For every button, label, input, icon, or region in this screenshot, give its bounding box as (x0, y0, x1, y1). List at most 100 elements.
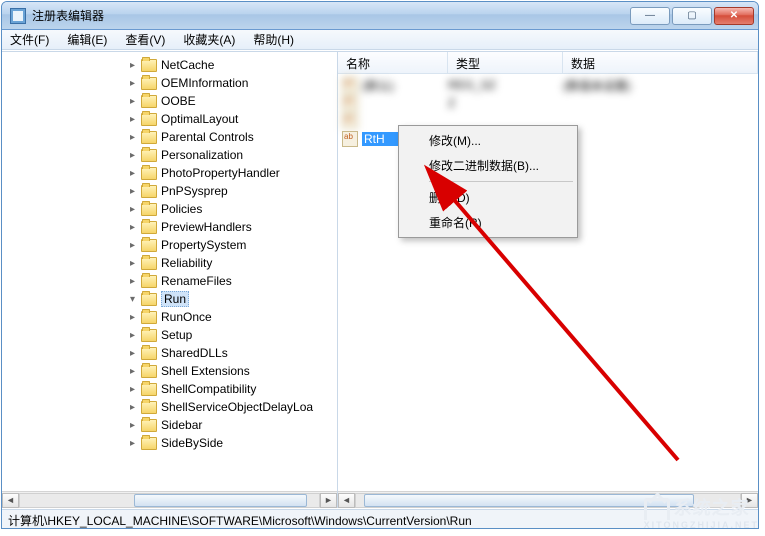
tree-item-shareddlls[interactable]: ▸SharedDLLs (2, 344, 337, 362)
col-name[interactable]: 名称 (338, 52, 448, 73)
tree-item-oobe[interactable]: ▸OOBE (2, 92, 337, 110)
titlebar[interactable]: 注册表编辑器 — ▢ ✕ (2, 2, 758, 30)
tree-item-reliability[interactable]: ▸ Reliability (2, 254, 337, 272)
list-hscroll[interactable]: ◄ ► (338, 491, 758, 508)
tree-item-parental-controls[interactable]: ▸ Parental Controls (2, 128, 337, 146)
tree-item-oeminformation[interactable]: ▸OEMInformation (2, 74, 337, 92)
tree-label: Setup (161, 328, 192, 342)
chevron-right-icon[interactable]: ▸ (127, 150, 138, 161)
value-row[interactable]: (默认)REG_SZ(数值未设置) (338, 76, 758, 94)
chevron-right-icon[interactable]: ▸ (127, 204, 138, 215)
folder-icon (141, 275, 157, 288)
tree-label: Reliability (161, 256, 212, 270)
menu-file[interactable]: 文件(F) (6, 29, 53, 50)
tree-label: RunOnce (161, 310, 212, 324)
tree-label: Run (161, 291, 189, 307)
tree-item-runonce[interactable]: ▸ RunOnce (2, 308, 337, 326)
tree-item-propertysystem[interactable]: ▸PropertySystem (2, 236, 337, 254)
context-menu: 修改(M)... 修改二进制数据(B)... 删除(D) 重命名(R) (398, 125, 578, 238)
col-data[interactable]: 数据 (563, 52, 758, 73)
chevron-right-icon[interactable]: ▸ (127, 312, 138, 323)
chevron-right-icon[interactable]: ▸ (127, 222, 138, 233)
scroll-right-icon[interactable]: ► (320, 493, 337, 508)
chevron-right-icon[interactable]: ▸ (127, 60, 138, 71)
col-type[interactable]: 类型 (448, 52, 563, 73)
menu-delete[interactable]: 删除(D) (401, 185, 575, 210)
close-button[interactable]: ✕ (714, 7, 754, 25)
chevron-right-icon[interactable]: ▸ (127, 330, 138, 341)
chevron-right-icon[interactable]: ▸ (127, 348, 138, 359)
menu-modify[interactable]: 修改(M)... (401, 128, 575, 153)
minimize-button[interactable]: — (630, 7, 670, 25)
value-row[interactable]: Z (338, 94, 758, 112)
chevron-right-icon[interactable]: ▸ (127, 258, 138, 269)
chevron-right-icon[interactable]: ▸ (127, 96, 138, 107)
folder-icon (141, 329, 157, 342)
menu-view[interactable]: 查看(V) (121, 29, 169, 50)
chevron-right-icon[interactable]: ▸ (127, 114, 138, 125)
folder-icon (141, 347, 157, 360)
string-value-icon (342, 77, 358, 93)
chevron-right-icon[interactable]: ▸ (127, 78, 138, 89)
value-data: C: (563, 132, 758, 146)
chevron-right-icon[interactable]: ▸ (127, 366, 138, 377)
tree-item-setup[interactable]: ▸ Setup (2, 326, 337, 344)
statusbar: 计算机\HKEY_LOCAL_MACHINE\SOFTWARE\Microsof… (2, 509, 758, 528)
tree-item-run[interactable]: ▾ Run (2, 290, 337, 308)
tree-item-sidebyside[interactable]: ▸ SideBySide (2, 434, 337, 452)
folder-icon (141, 401, 157, 414)
chevron-right-icon[interactable]: ▸ (127, 402, 138, 413)
tree-item-policies[interactable]: ▸Policies (2, 200, 337, 218)
tree-item-shellcompatibility[interactable]: ▸ ShellCompatibility (2, 380, 337, 398)
tree-item-sidebar[interactable]: ▸Sidebar (2, 416, 337, 434)
chevron-down-icon[interactable]: ▾ (127, 294, 138, 305)
tree-item-renamefiles[interactable]: ▸RenameFiles (2, 272, 337, 290)
maximize-button[interactable]: ▢ (672, 7, 712, 25)
tree-thumb[interactable] (134, 494, 307, 507)
tree-label: ShellServiceObjectDelayLoa (161, 400, 313, 414)
chevron-right-icon[interactable]: ▸ (127, 240, 138, 251)
chevron-right-icon[interactable]: ▸ (127, 438, 138, 449)
folder-icon (141, 383, 157, 396)
chevron-right-icon[interactable]: ▸ (127, 168, 138, 179)
chevron-right-icon[interactable]: ▸ (127, 276, 138, 287)
tree-item-netcache[interactable]: ▸NetCache (2, 56, 337, 74)
scroll-left-icon[interactable]: ◄ (2, 493, 19, 508)
folder-icon (141, 149, 157, 162)
tree-label: ShellCompatibility (161, 382, 256, 396)
menu-separator (429, 181, 573, 182)
tree-item-photopropertyhandler[interactable]: ▸PhotoPropertyHandler (2, 164, 337, 182)
menu-modify-binary[interactable]: 修改二进制数据(B)... (401, 153, 575, 178)
tree-label: Parental Controls (161, 130, 254, 144)
tree-item-personalization[interactable]: ▸ Personalization (2, 146, 337, 164)
tree-view[interactable]: ▸NetCache▸OEMInformation▸OOBE▸OptimalLay… (2, 52, 337, 491)
tree-label: PreviewHandlers (161, 220, 252, 234)
menu-help[interactable]: 帮助(H) (249, 29, 298, 50)
folder-icon (141, 77, 157, 90)
menu-favorites[interactable]: 收藏夹(A) (179, 29, 239, 50)
tree-item-optimallayout[interactable]: ▸OptimalLayout (2, 110, 337, 128)
folder-icon (141, 257, 157, 270)
scroll-right-icon[interactable]: ► (741, 493, 758, 508)
menubar: 文件(F) 编辑(E) 查看(V) 收藏夹(A) 帮助(H) (2, 30, 758, 50)
tree-label: PnPSysprep (161, 184, 228, 198)
tree-label: SideBySide (161, 436, 223, 450)
tree-item-previewhandlers[interactable]: ▸ PreviewHandlers (2, 218, 337, 236)
menu-edit[interactable]: 编辑(E) (63, 29, 111, 50)
tree-item-shell-extensions[interactable]: ▸Shell Extensions (2, 362, 337, 380)
chevron-right-icon[interactable]: ▸ (127, 420, 138, 431)
list-thumb[interactable] (364, 494, 694, 507)
tree-item-shellserviceobjectdelayloa[interactable]: ▸ ShellServiceObjectDelayLoa (2, 398, 337, 416)
chevron-right-icon[interactable]: ▸ (127, 186, 138, 197)
string-value-icon (342, 113, 358, 129)
scroll-left-icon[interactable]: ◄ (338, 493, 355, 508)
chevron-right-icon[interactable]: ▸ (127, 132, 138, 143)
tree-hscroll[interactable]: ◄ ► (2, 491, 337, 508)
window-frame: 注册表编辑器 — ▢ ✕ 文件(F) 编辑(E) 查看(V) 收藏夹(A) 帮助… (1, 1, 759, 529)
menu-rename[interactable]: 重命名(R) (401, 210, 575, 235)
folder-icon (141, 59, 157, 72)
chevron-right-icon[interactable]: ▸ (127, 384, 138, 395)
tree-item-pnpsysprep[interactable]: ▸ PnPSysprep (2, 182, 337, 200)
tree-label: Personalization (161, 148, 243, 162)
status-path: 计算机\HKEY_LOCAL_MACHINE\SOFTWARE\Microsof… (8, 514, 472, 528)
